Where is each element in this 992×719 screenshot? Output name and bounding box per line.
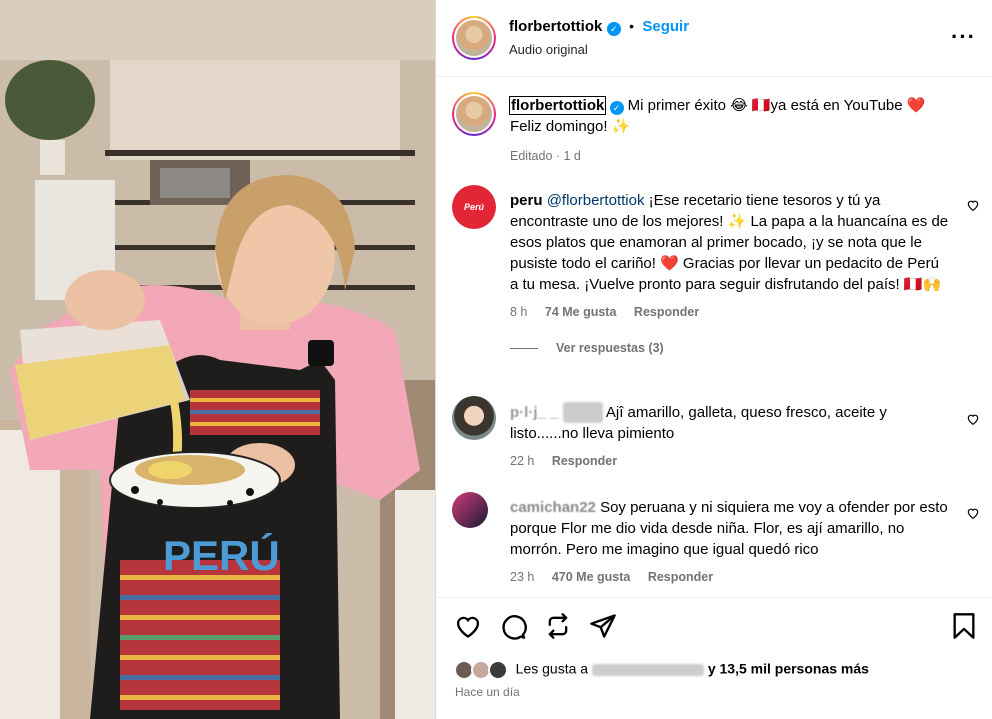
comment-peru: peru @florbertottiok ¡Ese recetario tien… <box>510 190 950 355</box>
like-heart-icon[interactable] <box>454 612 482 640</box>
comment-like-heart-icon[interactable] <box>966 506 980 520</box>
liker-avatar <box>487 660 508 680</box>
comment-likes[interactable]: 74 Me gusta <box>545 305 617 319</box>
audio-label[interactable]: Audio original <box>509 42 588 57</box>
comment-2: p·l·j_ _ xxxxx Ajî amarillo, galleta, qu… <box>510 402 950 468</box>
instagram-post-window: PERÚ florbertottiok ✓ • Seguir Audio ori… <box>0 0 992 719</box>
comment-mention[interactable]: @florbertottiok <box>547 192 645 209</box>
likes-prefix: Les gusta a <box>515 660 589 677</box>
caption-username[interactable]: florbertottiok <box>508 96 607 115</box>
comment-username[interactable]: p·l·j_ _ <box>510 404 558 421</box>
comment-time: 23 h <box>510 570 535 584</box>
comment-username[interactable]: peru <box>510 192 543 209</box>
caption: florbertottiok ✓ Mi primer éxito 😂 🇵🇪ya … <box>508 95 970 163</box>
replies-divider <box>510 348 538 350</box>
caption-text-line1: Mi primer éxito 😂 🇵🇪ya está en YouTube ❤… <box>627 97 926 114</box>
caption-avatar[interactable] <box>452 92 496 136</box>
comment-avatar-3[interactable] <box>452 492 488 528</box>
likes-summary[interactable]: Les gusta a y 13,5 mil personas más <box>454 660 869 680</box>
comment-avatar-2[interactable] <box>452 396 496 440</box>
comment-time: 8 h <box>510 305 528 319</box>
comment-avatar-peru[interactable]: Perú <box>452 185 496 229</box>
comment-likes[interactable]: 470 Me gusta <box>552 570 631 584</box>
view-replies[interactable]: Ver respuestas (3) <box>510 341 950 355</box>
redacted-username: xxxxx <box>562 402 603 423</box>
post-header: florbertottiok ✓ • Seguir Audio original… <box>436 0 992 77</box>
comment-username[interactable]: camichan22 <box>510 499 596 516</box>
likes-count[interactable]: y 13,5 mil personas más <box>708 661 869 677</box>
view-replies-label[interactable]: Ver respuestas (3) <box>556 341 664 355</box>
separator-dot: • <box>625 18 638 34</box>
apron-text: PERÚ <box>163 531 280 579</box>
post-photo[interactable]: PERÚ <box>0 0 435 719</box>
post-details-panel: florbertottiok ✓ • Seguir Audio original… <box>435 0 992 719</box>
author-avatar[interactable] <box>452 16 496 60</box>
caption-text-line2: Feliz domingo! ✨ <box>510 118 631 135</box>
verified-badge-icon: ✓ <box>606 22 621 36</box>
more-horizontal-icon[interactable]: ··· <box>951 24 976 50</box>
reply-button[interactable]: Responder <box>634 305 699 319</box>
comment-bubble-icon[interactable] <box>499 612 527 640</box>
share-send-icon[interactable] <box>589 612 617 640</box>
caption-meta: Editado · 1 d <box>510 149 581 163</box>
post-image: PERÚ <box>0 0 435 719</box>
redacted-liker <box>591 664 704 676</box>
comment-time: 22 h <box>510 454 535 468</box>
comment-like-heart-icon[interactable] <box>966 412 980 426</box>
repost-icon[interactable] <box>544 612 572 640</box>
author-username[interactable]: florbertottiok <box>509 18 602 35</box>
comment-3: camichan22 Soy peruana y ni siquiera me … <box>510 497 950 584</box>
save-bookmark-icon[interactable] <box>950 612 978 640</box>
comment-like-heart-icon[interactable] <box>966 198 980 212</box>
reply-button[interactable]: Responder <box>552 454 617 468</box>
post-time-ago: Hace un día <box>455 685 520 699</box>
verified-badge-icon: ✓ <box>609 101 624 115</box>
reply-button[interactable]: Responder <box>648 570 713 584</box>
follow-button[interactable]: Seguir <box>642 18 689 35</box>
